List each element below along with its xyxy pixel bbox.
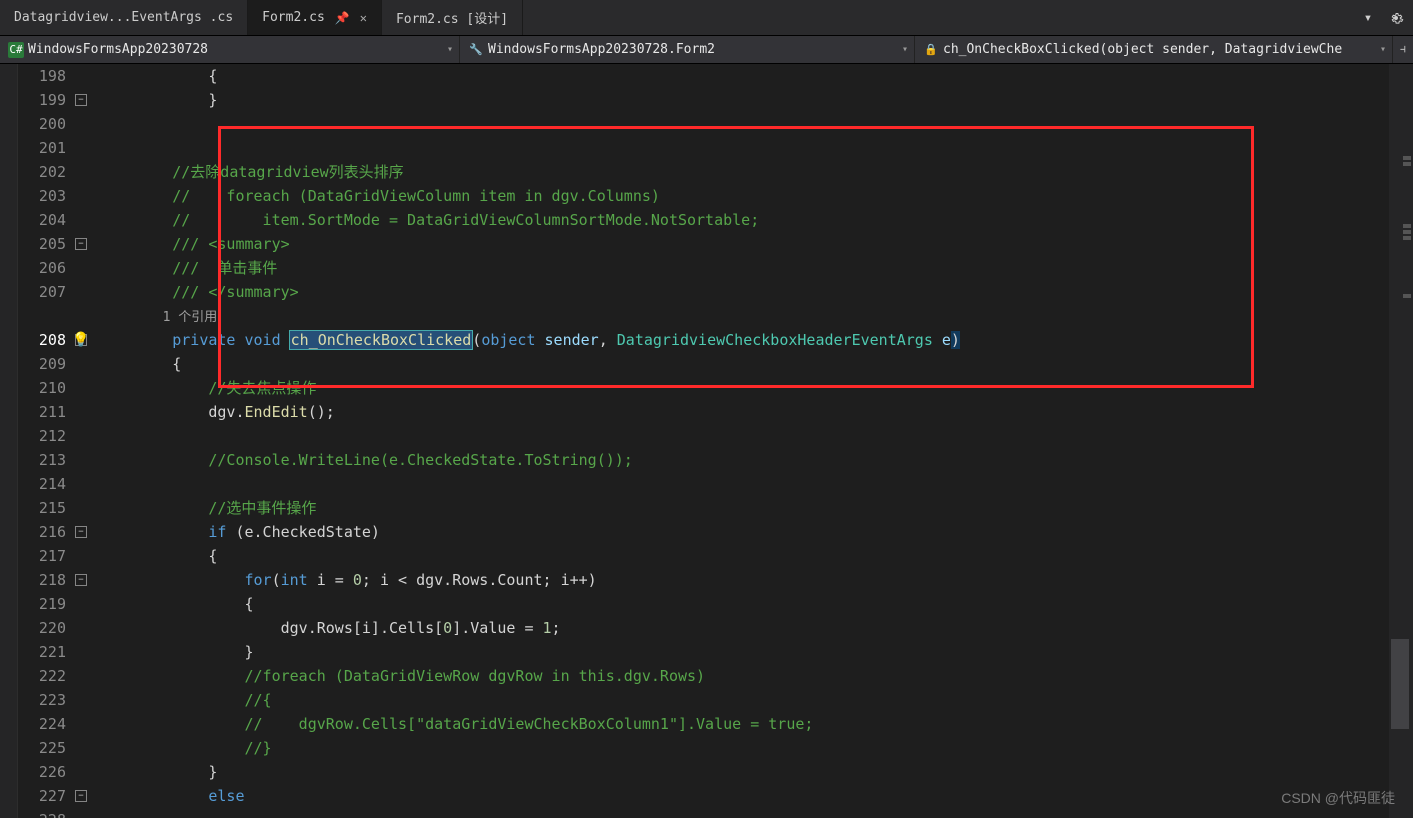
line-number-gutter: 1981992002012022032042052062072082092102… <box>18 64 72 818</box>
code-line[interactable]: //选中事件操作 <box>92 496 1413 520</box>
code-area[interactable]: { } //去除datagridview列表头排序 // foreach (Da… <box>92 64 1413 818</box>
tab-label: Form2.cs <box>262 10 325 25</box>
code-line[interactable]: // dgvRow.Cells["dataGridViewCheckBoxCol… <box>92 712 1413 736</box>
code-line[interactable]: 💡 private void ch_OnCheckBoxClicked(obje… <box>92 328 1413 352</box>
code-line[interactable]: { <box>92 544 1413 568</box>
code-line[interactable]: //{ <box>92 688 1413 712</box>
tab-form2-design[interactable]: Form2.cs [设计] <box>382 0 523 35</box>
code-line[interactable]: } <box>92 760 1413 784</box>
tab-form2[interactable]: Form2.cs 📌 ✕ <box>248 0 382 35</box>
scrollbar-thumb[interactable] <box>1391 639 1409 729</box>
tab-strip: Datagridview...EventArgs .cs Form2.cs 📌 … <box>0 0 1413 36</box>
code-line[interactable]: /// 单击事件 <box>92 256 1413 280</box>
code-line[interactable]: else <box>92 784 1413 808</box>
code-line[interactable]: //Console.WriteLine(e.CheckedState.ToStr… <box>92 448 1413 472</box>
chevron-down-icon: ▾ <box>902 44 908 55</box>
nav-member-label: ch_OnCheckBoxClicked(object sender, Data… <box>943 42 1342 57</box>
nav-class-label: WindowsFormsApp20230728.Form2 <box>488 42 715 57</box>
code-line[interactable]: { <box>92 352 1413 376</box>
code-line[interactable]: dgv.Rows[i].Cells[0].Value = 1; <box>92 616 1413 640</box>
code-line[interactable]: } <box>92 88 1413 112</box>
nav-member[interactable]: 🔒 ch_OnCheckBoxClicked(object sender, Da… <box>915 36 1393 63</box>
code-line[interactable]: { <box>92 592 1413 616</box>
breadcrumb-bar: C# WindowsFormsApp20230728 ▾ 🔧 WindowsFo… <box>0 36 1413 64</box>
code-line[interactable]: for(int i = 0; i < dgv.Rows.Count; i++) <box>92 568 1413 592</box>
chevron-down-icon: ▾ <box>447 44 453 55</box>
nav-project-label: WindowsFormsApp20230728 <box>28 42 208 57</box>
pin-icon[interactable]: 📌 <box>335 11 350 25</box>
nav-class[interactable]: 🔧 WindowsFormsApp20230728.Form2 ▾ <box>460 36 915 63</box>
fold-toggle[interactable]: − <box>75 526 87 538</box>
lightbulb-icon[interactable]: 💡 <box>72 328 89 352</box>
code-line[interactable] <box>92 424 1413 448</box>
code-line[interactable]: //去除datagridview列表头排序 <box>92 160 1413 184</box>
tab-label: Datagridview...EventArgs .cs <box>14 10 233 25</box>
csharp-project-icon: C# <box>8 42 24 58</box>
fold-column: −−−−−− <box>72 64 92 818</box>
code-editor[interactable]: 1981992002012022032042052062072082092102… <box>0 64 1413 818</box>
fold-toggle[interactable]: − <box>75 790 87 802</box>
editor-root: Datagridview...EventArgs .cs Form2.cs 📌 … <box>0 0 1413 818</box>
code-line[interactable]: dgv.EndEdit(); <box>92 400 1413 424</box>
code-line[interactable]: } <box>92 640 1413 664</box>
code-line[interactable]: //foreach (DataGridViewRow dgvRow in thi… <box>92 664 1413 688</box>
code-line[interactable] <box>92 112 1413 136</box>
method-lock-icon: 🔒 <box>923 42 939 58</box>
chevron-down-icon: ▾ <box>1380 44 1386 55</box>
tab-label: Form2.cs [设计] <box>396 8 508 27</box>
code-line[interactable]: if (e.CheckedState) <box>92 520 1413 544</box>
code-line[interactable]: { <box>92 64 1413 88</box>
split-editor-icon[interactable]: ⫞ <box>1393 36 1413 63</box>
code-line[interactable] <box>92 136 1413 160</box>
marker-margin <box>0 64 18 818</box>
overflow-chevron-icon[interactable]: ▾ <box>1357 7 1379 29</box>
code-line[interactable]: /// </summary> <box>92 280 1413 304</box>
close-icon[interactable]: ✕ <box>360 11 367 25</box>
code-line[interactable]: //} <box>92 736 1413 760</box>
vertical-scrollbar[interactable] <box>1389 64 1413 818</box>
tab-datagridview[interactable]: Datagridview...EventArgs .cs <box>0 0 248 35</box>
code-line[interactable]: 1 个引用 <box>92 304 1413 328</box>
class-icon: 🔧 <box>468 42 484 58</box>
code-line[interactable] <box>92 472 1413 496</box>
fold-toggle[interactable]: − <box>75 238 87 250</box>
code-line[interactable]: /// <summary> <box>92 232 1413 256</box>
fold-toggle[interactable]: − <box>75 574 87 586</box>
code-line[interactable]: // item.SortMode = DataGridViewColumnSor… <box>92 208 1413 232</box>
fold-toggle[interactable]: − <box>75 94 87 106</box>
code-line[interactable]: // foreach (DataGridViewColumn item in d… <box>92 184 1413 208</box>
code-line[interactable] <box>92 808 1413 818</box>
settings-gear-icon[interactable] <box>1385 7 1407 29</box>
code-line[interactable]: //失去焦点操作 <box>92 376 1413 400</box>
nav-project[interactable]: C# WindowsFormsApp20230728 ▾ <box>0 36 460 63</box>
